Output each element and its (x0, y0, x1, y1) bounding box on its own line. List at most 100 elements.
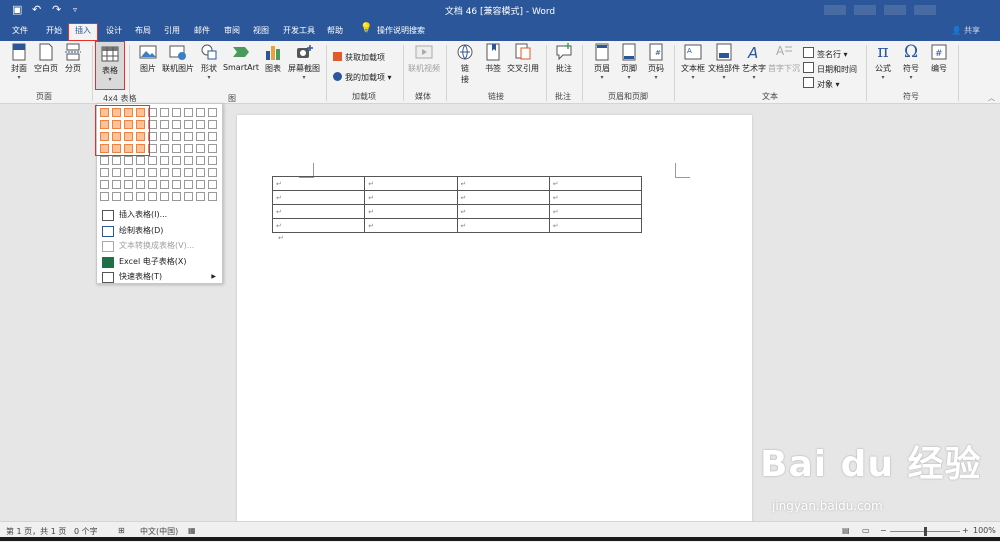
bookmark-button[interactable]: 书签 (483, 43, 503, 74)
table-cell[interactable]: ↵ (456, 204, 550, 219)
cross-reference-button[interactable]: 交叉引用 (506, 43, 540, 74)
grid-cell[interactable] (160, 168, 169, 177)
grid-cell[interactable] (136, 180, 145, 189)
grid-cell[interactable] (160, 120, 169, 129)
grid-cell[interactable] (172, 144, 181, 153)
grid-cell[interactable] (136, 192, 145, 201)
grid-cell[interactable] (172, 192, 181, 201)
grid-cell[interactable] (208, 144, 217, 153)
grid-cell[interactable] (112, 168, 121, 177)
table-cell[interactable]: ↵ (548, 204, 643, 219)
online-video-button[interactable]: 联机视频 (407, 43, 441, 74)
table-cell[interactable]: ↵ (271, 218, 366, 233)
grid-cell[interactable] (172, 168, 181, 177)
zoom-out-icon[interactable]: − (880, 526, 887, 535)
link-button[interactable]: 链 接 (455, 43, 475, 85)
grid-cell[interactable] (184, 132, 193, 141)
grid-cell[interactable] (100, 180, 109, 189)
grid-cell[interactable] (208, 132, 217, 141)
grid-cell[interactable] (100, 192, 109, 201)
number-button[interactable]: # 编号 (928, 43, 950, 74)
share-button[interactable]: 👤 共享 (951, 25, 980, 36)
get-addins-button[interactable]: 获取加载项 (333, 52, 385, 63)
grid-cell[interactable] (208, 156, 217, 165)
signature-line-button[interactable]: 签名行 ▾ (803, 47, 848, 60)
table-cell[interactable]: ↵ (456, 190, 550, 205)
table-cell[interactable]: ↵ (364, 176, 458, 191)
blank-page-button[interactable]: 空白页 (33, 43, 59, 74)
picture-button[interactable]: 图片 (137, 43, 159, 74)
textbox-button[interactable]: A 文本框 ▾ (680, 43, 706, 81)
header-button[interactable]: 页眉 ▾ (592, 43, 612, 81)
grid-cell[interactable] (196, 180, 205, 189)
tab-mailings[interactable]: 邮件 (194, 24, 210, 40)
grid-cell[interactable] (160, 132, 169, 141)
collapse-ribbon-icon[interactable]: ︿ (988, 93, 995, 103)
comment-button[interactable]: 批注 (553, 43, 575, 74)
grid-cell[interactable] (184, 120, 193, 129)
grid-cell[interactable] (208, 120, 217, 129)
table-cell[interactable]: ↵ (364, 190, 458, 205)
grid-cell[interactable] (172, 108, 181, 117)
grid-cell[interactable] (160, 144, 169, 153)
menu-item[interactable]: 绘制表格(D) (97, 223, 222, 238)
grid-cell[interactable] (100, 168, 109, 177)
table-cell[interactable]: ↵ (364, 204, 458, 219)
table-cell[interactable]: ↵ (548, 218, 643, 233)
shapes-button[interactable]: 形状 ▾ (198, 43, 220, 81)
table-cell[interactable]: ↵ (548, 190, 643, 205)
grid-cell[interactable] (112, 192, 121, 201)
grid-cell[interactable] (196, 168, 205, 177)
page-count[interactable]: 第 1 页，共 1 页 (6, 526, 66, 537)
grid-cell[interactable] (160, 192, 169, 201)
grid-cell[interactable] (148, 156, 157, 165)
grid-cell[interactable] (184, 108, 193, 117)
tab-view[interactable]: 视图 (253, 24, 269, 40)
screenshot-button[interactable]: 屏幕截图 ▾ (286, 43, 322, 81)
online-picture-button[interactable]: 联机图片 (162, 43, 194, 74)
grid-cell[interactable] (196, 108, 205, 117)
cover-page-button[interactable]: 封面 ▾ (8, 43, 30, 81)
grid-cell[interactable] (160, 180, 169, 189)
tab-file[interactable]: 文件 (12, 24, 28, 40)
grid-cell[interactable] (184, 180, 193, 189)
grid-cell[interactable] (184, 156, 193, 165)
grid-cell[interactable] (208, 192, 217, 201)
grid-cell[interactable] (196, 120, 205, 129)
grid-cell[interactable] (172, 120, 181, 129)
grid-cell[interactable] (184, 168, 193, 177)
grid-cell[interactable] (172, 132, 181, 141)
grid-cell[interactable] (112, 180, 121, 189)
word-count[interactable]: 0 个字 (74, 526, 98, 537)
equation-button[interactable]: π 公式 ▾ (872, 43, 894, 81)
table-cell[interactable]: ↵ (271, 190, 366, 205)
document-page[interactable]: ↵ ↵ ↵ ↵ ↵ ↵ ↵ ↵ ↵ ↵ ↵ ↵ ↵ ↵ ↵ ↵ ↵ (237, 115, 752, 525)
grid-cell[interactable] (172, 156, 181, 165)
macro-icon[interactable]: ▦ (188, 526, 196, 535)
grid-cell[interactable] (196, 156, 205, 165)
zoom-slider-thumb[interactable] (924, 527, 927, 536)
smartart-button[interactable]: SmartArt (222, 43, 260, 72)
drop-cap-button[interactable]: A 首字下沉 (768, 43, 800, 74)
print-layout-icon[interactable]: ▤ (842, 526, 850, 535)
menu-item[interactable]: 文本转换成表格(V)... (97, 238, 222, 253)
menu-item[interactable]: 插入表格(I)... (97, 207, 222, 222)
table-cell[interactable]: ↵ (364, 218, 458, 233)
tab-help[interactable]: 帮助 (327, 24, 343, 40)
grid-cell[interactable] (160, 108, 169, 117)
table-cell[interactable]: ↵ (271, 176, 366, 191)
grid-cell[interactable] (124, 192, 133, 201)
my-addins-button[interactable]: 我的加载项 ▾ (333, 72, 392, 83)
menu-item[interactable]: 快速表格(T) ▶ (97, 269, 222, 284)
page-break-button[interactable]: 分页 (63, 43, 83, 74)
grid-cell[interactable] (184, 144, 193, 153)
grid-cell[interactable] (148, 180, 157, 189)
table-cell[interactable]: ↵ (548, 176, 643, 191)
tab-references[interactable]: 引用 (164, 24, 180, 40)
zoom-level[interactable]: 100% (973, 526, 996, 535)
tab-insert[interactable]: 插入 (68, 23, 98, 41)
tab-home[interactable]: 开始 (46, 24, 62, 40)
grid-cell[interactable] (172, 180, 181, 189)
page-number-button[interactable]: # 页码 ▾ (646, 43, 666, 81)
tab-design[interactable]: 设计 (106, 24, 122, 40)
